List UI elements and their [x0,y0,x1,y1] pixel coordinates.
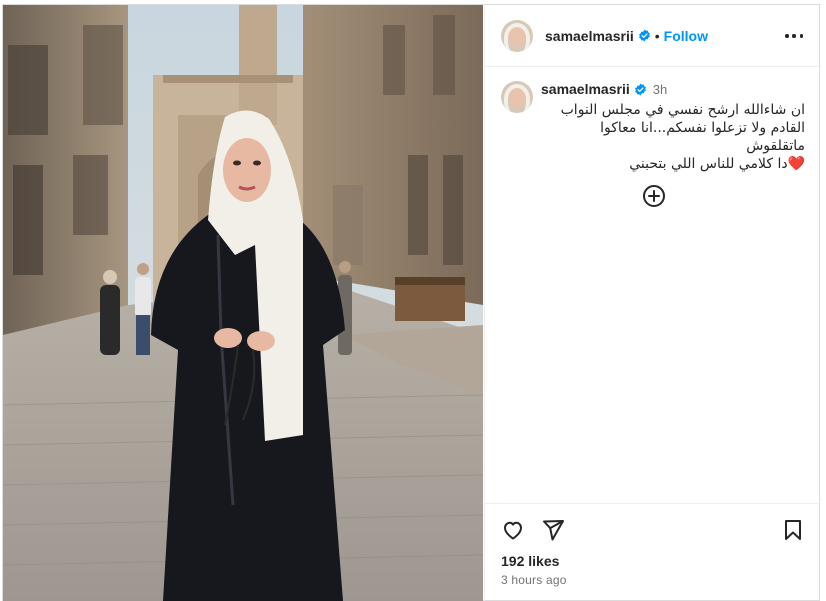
verified-badge-icon [638,29,650,42]
more-options-icon[interactable] [785,28,803,44]
post-side-panel: samaelmasrii • Follow samaelmasrii 3h ان… [484,5,821,601]
caption-body: samaelmasrii 3h ان شاءالله ارشح نفسي في … [541,81,805,173]
more-dot [799,34,803,38]
heart-icon[interactable] [501,518,525,542]
post-caption: samaelmasrii 3h ان شاءالله ارشح نفسي في … [501,81,805,173]
post-dialog: samaelmasrii • Follow samaelmasrii 3h ان… [2,4,821,601]
post-header: samaelmasrii • Follow [485,5,821,67]
post-timestamp[interactable]: 3 hours ago [501,573,567,587]
verified-badge-icon [634,83,646,95]
avatar-scarf [504,22,530,52]
likes-count[interactable]: 192 likes [501,553,559,569]
photo-image [3,5,483,601]
more-dot [785,34,789,38]
caption-username[interactable]: samaelmasrii [541,81,630,97]
paper-plane-icon[interactable] [541,518,565,542]
caption-text: ان شاءالله ارشح نفسي في مجلس النواب القا… [560,102,805,172]
follow-button[interactable]: Follow [664,28,708,44]
caption-time[interactable]: 3h [653,82,667,97]
post-photo[interactable] [3,5,483,601]
bookmark-icon[interactable] [781,518,805,542]
avatar-scarf [504,84,530,113]
caption-avatar[interactable] [501,81,533,113]
caption-meta: samaelmasrii 3h [541,81,805,97]
header-username[interactable]: samaelmasrii [545,28,634,44]
avatar[interactable] [501,19,533,52]
plus-circle-icon[interactable] [642,184,666,208]
more-dot [792,34,796,38]
header-separator: • [654,27,660,44]
